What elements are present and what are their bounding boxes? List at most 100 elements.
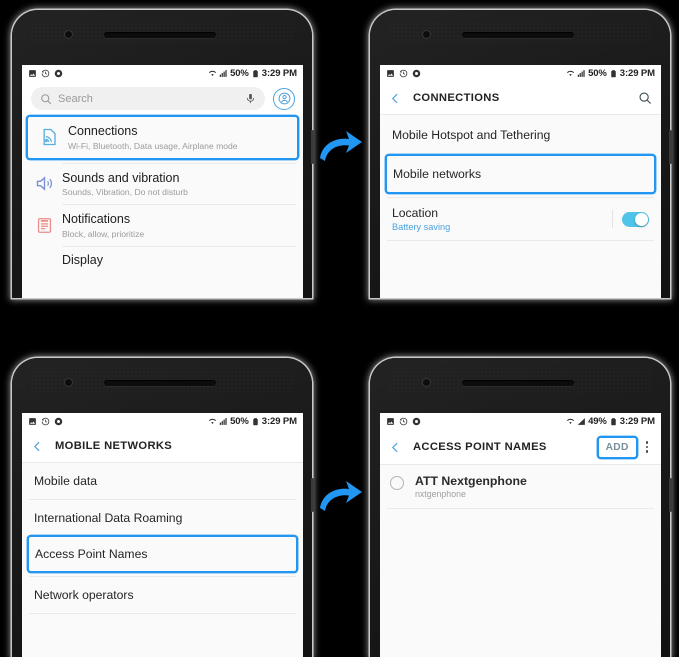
page-title: MOBILE NETWORKS (55, 440, 173, 452)
app-bar: CONNECTIONS (380, 82, 661, 114)
page-title: CONNECTIONS (413, 92, 500, 104)
microphone-icon[interactable] (245, 92, 256, 105)
front-camera-icon (422, 30, 431, 39)
item-subtitle: Wi-Fi, Bluetooth, Data usage, Airplane m… (68, 140, 238, 151)
status-bar: 49% 3:29 PM (380, 413, 661, 430)
status-bar: 50% 3:29 PM (380, 65, 661, 82)
item-title: Notifications (62, 212, 131, 227)
row-subtitle: Battery saving (392, 222, 451, 232)
battery-icon (253, 70, 258, 78)
account-avatar[interactable] (273, 87, 295, 110)
flow-arrow-2 (320, 481, 362, 511)
connections-row-location[interactable]: Location Battery saving (380, 198, 661, 240)
search-placeholder: Search (58, 92, 93, 105)
earpiece-speaker (462, 380, 574, 386)
battery-percent: 50% (588, 68, 607, 79)
notifications-icon (31, 216, 57, 235)
search-icon[interactable] (638, 91, 652, 105)
image-icon (29, 70, 36, 77)
row-title: Location (392, 206, 439, 220)
signal-icon (577, 70, 585, 77)
app-bar-actions (638, 91, 652, 105)
battery-percent: 50% (230, 68, 249, 79)
history-icon (399, 69, 408, 78)
list-divider (29, 613, 296, 614)
sound-icon (31, 173, 57, 194)
settings-item-text: Sounds and vibration Sounds, Vibration, … (62, 171, 188, 198)
item-title: Connections (68, 124, 138, 138)
location-toggle-wrap (612, 210, 649, 228)
signal-icon (577, 418, 585, 425)
settings-item-notifications[interactable]: Notifications Block, allow, prioritize (22, 205, 303, 246)
add-apn-button[interactable]: ADD (599, 438, 636, 457)
status-right-icons: 50% 3:29 PM (208, 68, 297, 79)
power-button[interactable] (311, 130, 314, 164)
settings-list: Connections Wi-Fi, Bluetooth, Data usage… (22, 117, 303, 276)
gear-icon (54, 69, 63, 78)
settings-item-text: Notifications Block, allow, prioritize (62, 212, 144, 239)
kebab-menu-icon[interactable] (642, 438, 652, 455)
connections-row-hotspot[interactable]: Mobile Hotspot and Tethering (380, 115, 661, 155)
phone-connections: 50% 3:29 PM CONNECTIONS Mobile Hotspot a… (370, 10, 672, 298)
battery-percent: 50% (230, 416, 249, 427)
apn-text: ATT Nextgenphone nxtgenphone (415, 474, 527, 499)
phone-mobile-networks: 50% 3:29 PM MOBILE NETWORKS Mobile data … (12, 358, 314, 657)
phone-screen: 50% 3:29 PM CONNECTIONS Mobile Hotspot a… (380, 65, 661, 298)
earpiece-speaker (104, 32, 216, 38)
status-left-icons (28, 417, 63, 426)
location-toggle[interactable] (622, 211, 649, 227)
settings-item-text: Connections Wi-Fi, Bluetooth, Data usage… (68, 124, 238, 151)
location-text: Location Battery saving (392, 206, 450, 232)
item-title: Display (62, 252, 103, 267)
phone-screen: 50% 3:29 PM Search Connections Wi-Fi, Bl… (22, 65, 303, 298)
earpiece-speaker (462, 32, 574, 38)
phone-screen: 50% 3:29 PM MOBILE NETWORKS Mobile data … (22, 413, 303, 657)
signal-icon (219, 418, 227, 425)
power-button[interactable] (669, 130, 672, 164)
mobile-networks-row-operators[interactable]: Network operators (22, 577, 303, 613)
settings-item-display[interactable]: Display (22, 247, 303, 276)
status-right-icons: 50% 3:29 PM (566, 68, 655, 79)
connections-row-mobile-networks[interactable]: Mobile networks (387, 156, 654, 192)
search-input[interactable]: Search (31, 87, 265, 110)
gear-icon (412, 417, 421, 426)
apn-radio-button[interactable] (390, 476, 404, 490)
phone-screen: 49% 3:29 PM ACCESS POINT NAMES ADD ATT N… (380, 413, 661, 657)
back-chevron-icon[interactable] (389, 441, 402, 454)
image-icon (387, 418, 394, 425)
app-bar-actions: ADD (599, 438, 652, 457)
battery-icon (611, 70, 616, 78)
search-icon (41, 93, 52, 104)
history-icon (41, 69, 50, 78)
search-row: Search (22, 82, 303, 116)
power-button[interactable] (669, 478, 672, 512)
apn-list-item[interactable]: ATT Nextgenphone nxtgenphone (380, 465, 661, 508)
status-bar: 50% 3:29 PM (22, 413, 303, 430)
row-title: Mobile Hotspot and Tethering (392, 128, 551, 142)
battery-percent: 49% (588, 416, 607, 427)
image-icon (387, 70, 394, 77)
mobile-networks-row-apn[interactable]: Access Point Names (29, 537, 296, 571)
item-subtitle: Block, allow, prioritize (62, 228, 145, 239)
clock: 3:29 PM (261, 68, 297, 79)
toggle-divider (612, 210, 613, 228)
settings-item-sounds[interactable]: Sounds and vibration Sounds, Vibration, … (22, 164, 303, 205)
status-left-icons (386, 69, 421, 78)
mobile-networks-row-roaming[interactable]: International Data Roaming (22, 500, 303, 536)
app-bar: ACCESS POINT NAMES ADD (380, 430, 661, 464)
settings-item-connections[interactable]: Connections Wi-Fi, Bluetooth, Data usage… (28, 117, 297, 158)
mobile-networks-row-data[interactable]: Mobile data (22, 463, 303, 499)
item-title: Sounds and vibration (62, 170, 180, 185)
item-subtitle: Sounds, Vibration, Do not disturb (62, 187, 188, 198)
gear-icon (54, 417, 63, 426)
flow-arrow-1 (320, 131, 362, 161)
row-title: International Data Roaming (34, 511, 183, 525)
back-chevron-icon[interactable] (389, 92, 402, 105)
power-button[interactable] (311, 478, 314, 512)
front-camera-icon (64, 378, 73, 387)
back-chevron-icon[interactable] (31, 440, 44, 453)
tutorial-screenshot: 50% 3:29 PM Search Connections Wi-Fi, Bl… (0, 0, 679, 657)
clock: 3:29 PM (261, 416, 297, 427)
image-icon (29, 418, 36, 425)
status-left-icons (28, 69, 63, 78)
